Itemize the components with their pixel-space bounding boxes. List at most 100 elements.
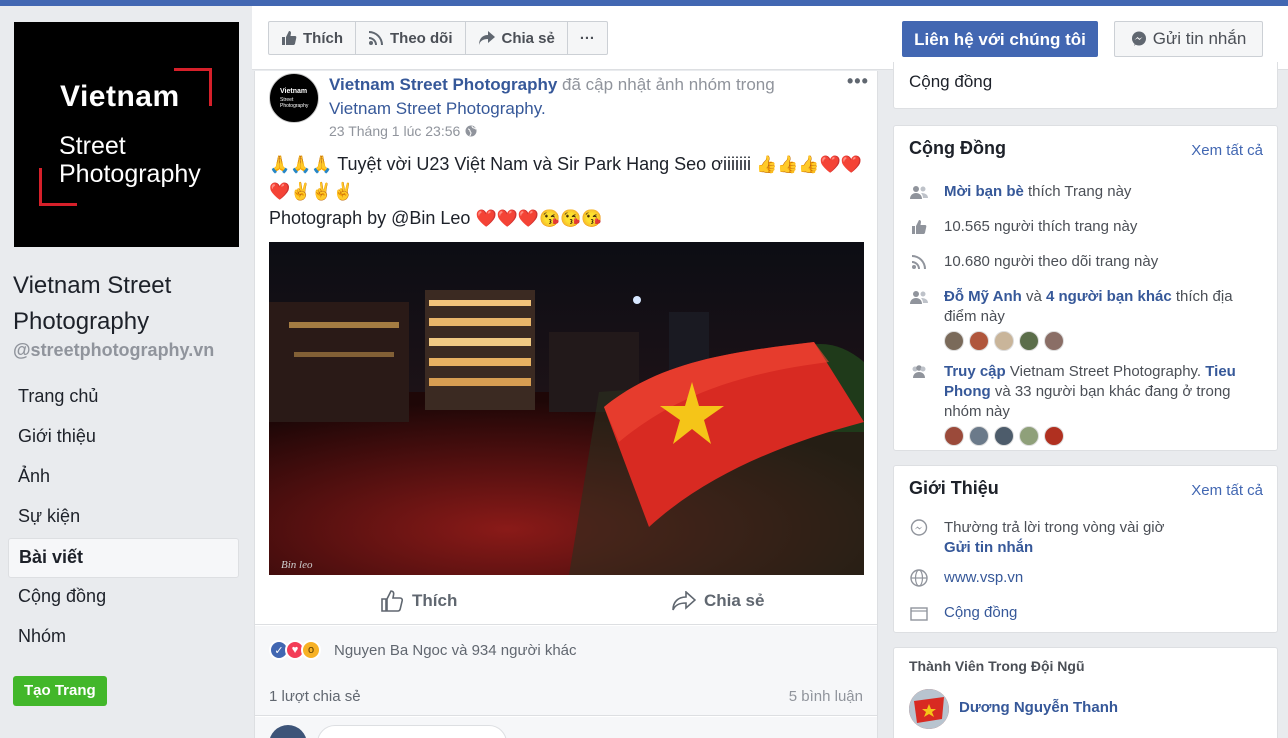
left-column: Vietnam Street Photography Vietnam Street… — [0, 6, 252, 738]
create-page-button[interactable]: Tạo Trang — [13, 676, 107, 706]
nav-item-about[interactable]: Giới thiệu — [8, 418, 239, 458]
nav-item-community[interactable]: Cộng đồng — [8, 578, 239, 618]
photo-signature: Bin leo — [281, 559, 313, 571]
thumbs-up-icon — [282, 31, 297, 45]
avatar[interactable] — [944, 331, 964, 351]
nav-item-events[interactable]: Sự kiện — [8, 498, 239, 538]
nav-item-groups[interactable]: Nhóm — [8, 618, 239, 658]
post-time-text: 23 Tháng 1 lúc 23:56 — [329, 123, 461, 139]
post-share-label: Chia sẻ — [704, 591, 765, 610]
send-message-label: Gửi tin nhắn — [1152, 29, 1247, 48]
group-visit-row: Truy cập Vietnam Street Photography. Tie… — [909, 362, 1249, 446]
post-caption-2: Photograph by @Bin Leo — [269, 208, 471, 228]
avatar[interactable] — [1044, 331, 1064, 351]
messenger-icon — [909, 518, 929, 538]
send-message-button[interactable]: Gửi tin nhắn — [1114, 21, 1263, 57]
invite-friends-row: Mời bạn bè thích Trang này — [909, 182, 1131, 202]
post-action-bar: Thích Chia sẻ — [255, 577, 877, 625]
avatar[interactable] — [1019, 426, 1039, 446]
post-stats: 1 lượt chia sẻ 5 bình luận — [255, 676, 877, 716]
post-timestamp[interactable]: 23 Tháng 1 lúc 23:56 — [329, 123, 477, 139]
page-nav: Trang chủ Giới thiệu Ảnh Sự kiện Bài viế… — [8, 378, 239, 658]
share-page-button[interactable]: Chia sẻ — [466, 22, 568, 54]
comment-input[interactable] — [317, 725, 507, 738]
post-options-button[interactable]: ••• — [847, 71, 869, 92]
follows-row: 10.680 người theo dõi trang này — [909, 252, 1158, 272]
about-see-all[interactable]: Xem tất cả — [1191, 482, 1263, 499]
community-card: Cộng Đồng Xem tất cả Mời bạn bè thích Tr… — [893, 125, 1278, 451]
page-handle[interactable]: @streetphotography.vn — [13, 340, 214, 361]
category-icon — [909, 603, 929, 623]
flag-avatar-image — [909, 689, 949, 729]
friends-icon — [909, 182, 929, 202]
about-send-message-link[interactable]: Gửi tin nhắn — [944, 539, 1033, 556]
avatar[interactable] — [969, 331, 989, 351]
reaction-icons: ✓ ♥ o — [269, 640, 321, 660]
member-avatars — [944, 426, 1249, 446]
post-group-link[interactable]: Vietnam Street Photography. — [329, 99, 546, 118]
wow-reaction-icon: o — [301, 640, 321, 660]
avatar[interactable] — [1019, 331, 1039, 351]
contact-us-button[interactable]: Liên hệ với chúng tôi — [902, 21, 1098, 57]
post-author[interactable]: Vietnam Street Photography — [329, 75, 557, 94]
globe-icon — [465, 125, 477, 137]
team-title: Thành Viên Trong Đội Ngũ — [909, 658, 1085, 674]
like-page-label: Thích — [303, 29, 343, 47]
messenger-icon — [1131, 31, 1146, 46]
category-link[interactable]: Cộng đồng — [944, 603, 1017, 623]
thumbs-up-outline-icon — [381, 590, 404, 612]
comments-count[interactable]: 5 bình luận — [789, 688, 863, 705]
avatar[interactable] — [969, 426, 989, 446]
crowd-flag-photo: Bin leo — [269, 242, 864, 575]
avatar[interactable] — [944, 426, 964, 446]
follow-label: Theo dõi — [390, 29, 453, 47]
post-header: Vietnam Street Photography đã cập nhật ả… — [329, 73, 819, 121]
follow-button[interactable]: Theo dõi — [356, 22, 466, 54]
post-emoji-suffix-2: ❤️✌️✌️✌️ — [269, 182, 354, 201]
page-actions: Thích Theo dõi Chia sẻ ··· — [268, 21, 608, 55]
post-photo[interactable]: Bin leo — [269, 242, 864, 575]
logo-bracket-top — [174, 68, 212, 106]
post-like-button[interactable]: Thích — [380, 585, 457, 617]
avatar-line-1: Vietnam — [280, 88, 308, 95]
page-header: Thích Theo dõi Chia sẻ ··· Liên hệ với c… — [252, 6, 1288, 70]
response-row: Thường trả lời trong vòng vài giờ Gửi ti… — [909, 518, 1164, 558]
friend-others-link[interactable]: 4 người bạn khác — [1046, 288, 1172, 305]
avatar[interactable] — [1044, 426, 1064, 446]
avatar[interactable] — [994, 426, 1014, 446]
follows-count: 10.680 người theo dõi trang này — [944, 253, 1159, 270]
nav-item-home[interactable]: Trang chủ — [8, 378, 239, 418]
website-link[interactable]: www.vsp.vn — [944, 568, 1023, 588]
invite-rest: thích Trang này — [1028, 183, 1132, 200]
team-member-avatar[interactable] — [909, 689, 949, 729]
avatar[interactable] — [994, 331, 1014, 351]
page-name[interactable]: Vietnam Street Photography — [13, 268, 243, 340]
commenter-avatar — [269, 725, 307, 738]
nav-item-posts[interactable]: Bài viết — [8, 538, 239, 578]
category-row: Cộng đồng — [909, 603, 1017, 623]
post-emoji-suffix-1: 👍👍👍❤️❤️ — [755, 155, 862, 174]
avatar-line-2: Street Photography — [280, 97, 309, 109]
post-like-label: Thích — [412, 591, 458, 610]
comment-row — [255, 717, 877, 738]
post-share-button[interactable]: Chia sẻ — [672, 585, 764, 617]
nav-item-photos[interactable]: Ảnh — [8, 458, 239, 498]
like-page-button[interactable]: Thích — [269, 22, 356, 54]
logo-line-2: Street Photography — [59, 132, 201, 188]
page-logo[interactable]: Vietnam Street Photography — [14, 22, 239, 247]
thumbs-up-icon — [909, 217, 929, 237]
friend-and: và — [1025, 288, 1042, 305]
team-member-name[interactable]: Dương Nguyễn Thanh — [959, 699, 1118, 716]
post-avatar[interactable]: Vietnam Street Photography — [269, 73, 319, 123]
friend-name-link[interactable]: Đỗ Mỹ Anh — [944, 288, 1022, 305]
community-see-all[interactable]: Xem tất cả — [1191, 142, 1263, 159]
reactions-row[interactable]: ✓ ♥ o Nguyen Ba Ngoc và 934 người khác — [255, 626, 877, 676]
community-title: Cộng Đồng — [909, 138, 1006, 158]
more-actions-button[interactable]: ··· — [568, 22, 607, 54]
post-text-1: 🙏🙏🙏 Tuyệt vời U23 Việt Nam và Sir Park H… — [269, 151, 869, 205]
response-time: Thường trả lời trong vòng vài giờ — [944, 519, 1165, 536]
share-arrow-icon — [478, 31, 495, 45]
invite-friends-link[interactable]: Mời bạn bè — [944, 183, 1024, 200]
visit-link[interactable]: Truy cập — [944, 363, 1006, 380]
shares-count[interactable]: 1 lượt chia sẻ — [269, 688, 361, 705]
